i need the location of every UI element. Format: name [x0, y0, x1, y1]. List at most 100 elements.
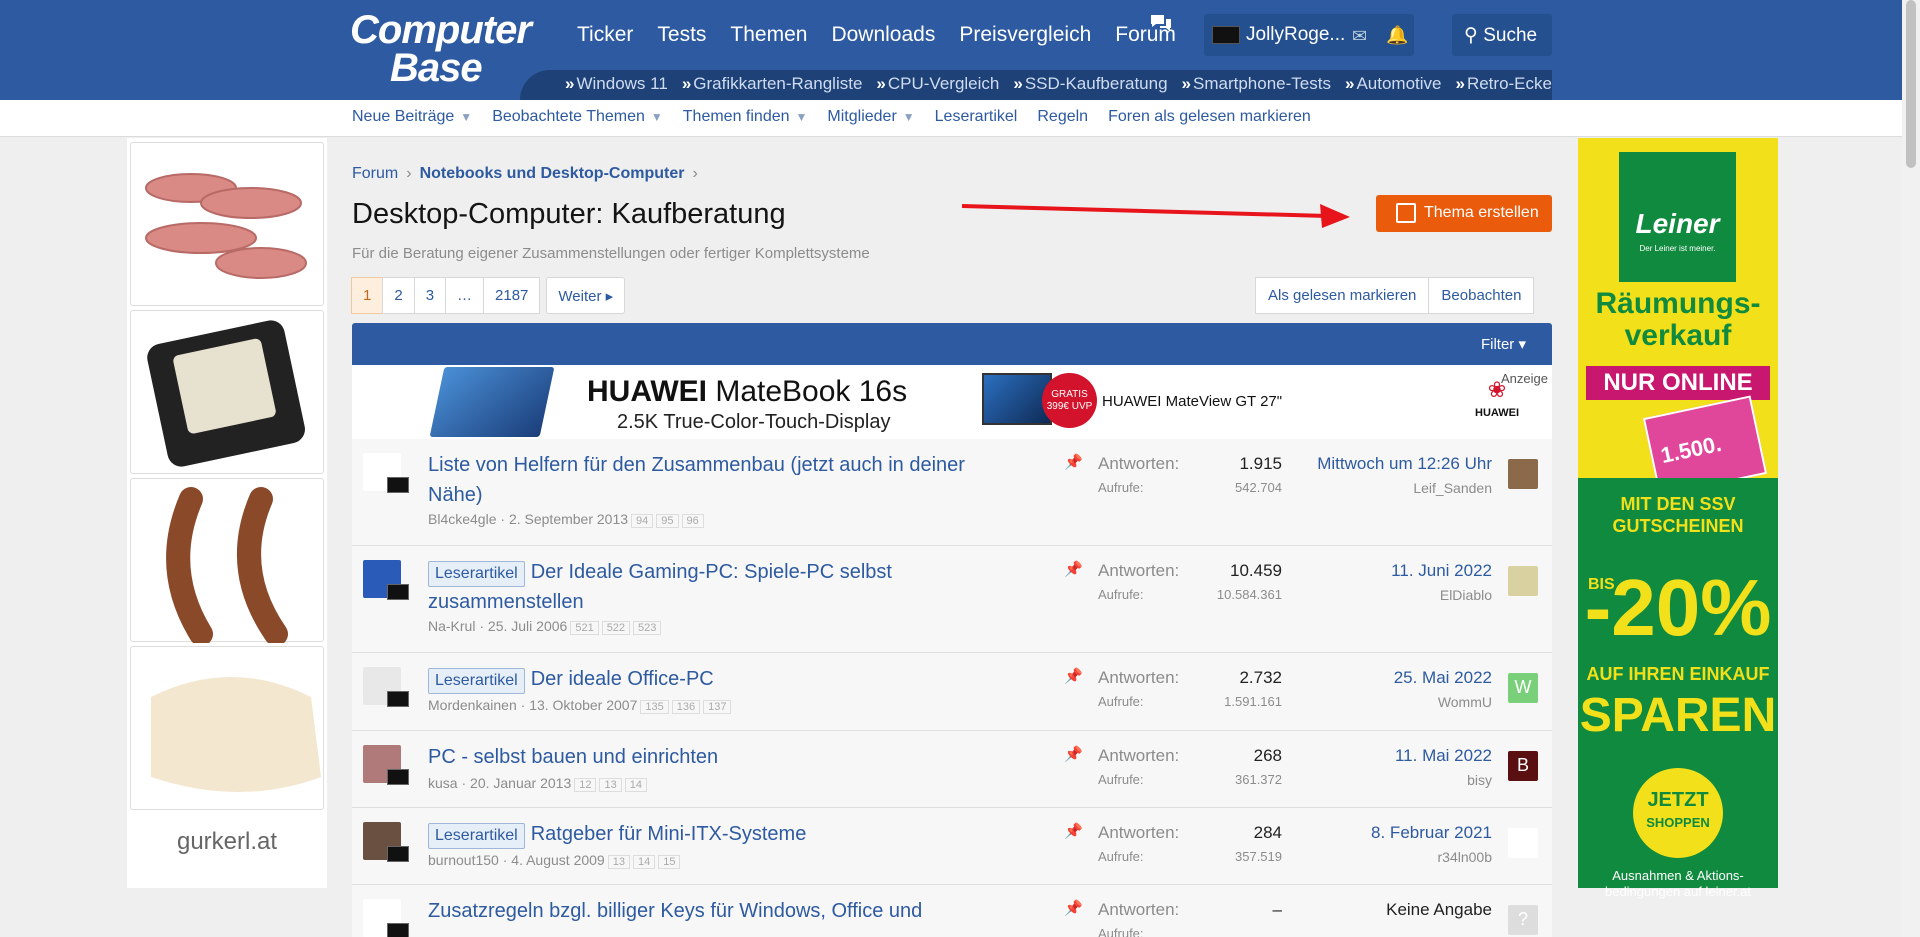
- subnav-new-posts[interactable]: Neue Beiträge ▼: [352, 108, 472, 126]
- thread-row[interactable]: Zusatzregeln bzgl. billiger Keys für Win…: [352, 885, 1552, 937]
- page-3-button[interactable]: 3: [413, 277, 447, 314]
- thread-prefix-label[interactable]: Leserartikel: [428, 561, 525, 587]
- thread-title-text[interactable]: Liste von Helfern für den Zusammenbau (j…: [428, 454, 965, 506]
- thread-title-text[interactable]: Zusatzregeln bzgl. billiger Keys für Win…: [428, 900, 922, 922]
- breadcrumb-forum[interactable]: Forum: [352, 165, 398, 182]
- subnav-find-threads[interactable]: Themen finden ▼: [683, 108, 808, 126]
- thread-page-link[interactable]: 12: [574, 778, 597, 792]
- last-post-user[interactable]: Leif_Sanden: [1413, 480, 1492, 496]
- thread-row[interactable]: Leserartikel Der ideale Office-PC Mordenka…: [352, 653, 1552, 731]
- thread-author[interactable]: Bl4cke4gle: [428, 511, 497, 527]
- thread-date[interactable]: 2. September 2013: [509, 511, 628, 527]
- thread-author[interactable]: burnout150: [428, 852, 499, 868]
- thread-title-text[interactable]: Der ideale Office-PC: [531, 668, 714, 690]
- page-last-button[interactable]: 2187: [483, 277, 541, 314]
- mark-read-button[interactable]: Als gelesen markieren: [1255, 277, 1430, 314]
- page-ellipsis-button[interactable]: …: [445, 277, 485, 314]
- thread-page-link[interactable]: 14: [632, 855, 656, 869]
- ad-product-sausages[interactable]: [130, 142, 324, 306]
- page-1-button[interactable]: 1: [351, 277, 384, 314]
- thread-prefix-label[interactable]: Leserartikel: [428, 668, 525, 694]
- thread-date[interactable]: 13. Oktober 2007: [529, 697, 637, 713]
- thread-page-link[interactable]: 15: [658, 855, 681, 869]
- leiner-logo[interactable]: Leiner Der Leiner ist meiner.: [1619, 152, 1736, 282]
- last-post-date[interactable]: 25. Mai 2022: [1394, 668, 1492, 688]
- thread-author[interactable]: kusa: [428, 775, 458, 791]
- filter-dropdown[interactable]: Filter ▾: [1481, 335, 1526, 353]
- ad-shop-now-button[interactable]: JETZT SHOPPEN: [1633, 768, 1723, 858]
- quick-link-windows11[interactable]: » Windows 11: [565, 74, 668, 94]
- thread-author[interactable]: Na-Krul: [428, 618, 475, 634]
- ad-brand-text[interactable]: gurkerl.at: [127, 828, 327, 856]
- thread-page-link[interactable]: 135: [640, 700, 669, 714]
- last-post-user[interactable]: ElDiablo: [1440, 587, 1492, 603]
- subnav-rules[interactable]: Regeln: [1037, 108, 1088, 126]
- chat-icon[interactable]: [1150, 14, 1172, 37]
- watch-button[interactable]: Beobachten: [1428, 277, 1535, 314]
- quick-link-smartphone[interactable]: » Smartphone-Tests: [1182, 74, 1331, 94]
- page-2-button[interactable]: 2: [382, 277, 415, 314]
- scrollbar-thumb[interactable]: [1906, 0, 1916, 168]
- right-advertisement[interactable]: Leiner Der Leiner ist meiner. Räumungs-v…: [1578, 138, 1778, 899]
- site-logo[interactable]: Computer Base: [350, 8, 540, 94]
- thread-date[interactable]: 20. Januar 2013: [470, 775, 571, 791]
- thread-title[interactable]: Leserartikel Ratgeber für Mini-ITX-System…: [428, 819, 988, 849]
- user-menu[interactable]: JollyRoge... ✉ 🔔: [1204, 14, 1414, 56]
- create-thread-button[interactable]: Thema erstellen: [1376, 195, 1552, 232]
- thread-page-link[interactable]: 13: [599, 778, 622, 792]
- thread-page-link[interactable]: 13: [607, 855, 630, 869]
- search-button[interactable]: ⚲ Suche: [1452, 14, 1552, 56]
- subnav-members[interactable]: Mitglieder ▼: [827, 108, 914, 126]
- nav-ticker[interactable]: Ticker: [565, 20, 645, 50]
- subnav-reader-articles[interactable]: Leserartikel: [935, 108, 1018, 126]
- thread-title[interactable]: PC - selbst bauen und einrichten: [428, 742, 988, 772]
- quick-link-automotive[interactable]: » Automotive: [1345, 74, 1442, 94]
- last-poster-avatar[interactable]: ?: [1508, 905, 1538, 935]
- thread-author[interactable]: Mordenkainen: [428, 697, 517, 713]
- last-poster-avatar[interactable]: [1508, 828, 1538, 858]
- thread-page-link[interactable]: 137: [703, 700, 732, 714]
- thread-row[interactable]: Leserartikel Der Ideale Gaming-PC: Spiele…: [352, 546, 1552, 653]
- last-post-date[interactable]: 8. Februar 2021: [1371, 823, 1492, 843]
- huawei-banner-ad[interactable]: HUAWEI MateBook 16s 2.5K True-Color-Touc…: [352, 365, 1552, 439]
- thread-page-link[interactable]: 94: [631, 514, 654, 528]
- quick-link-retro[interactable]: » Retro-Ecke: [1455, 74, 1552, 94]
- nav-preisvergleich[interactable]: Preisvergleich: [947, 20, 1103, 50]
- thread-page-link[interactable]: 522: [601, 621, 631, 635]
- next-page-button[interactable]: Weiter ▸: [546, 277, 626, 314]
- thread-prefix-label[interactable]: Leserartikel: [428, 823, 525, 849]
- nav-downloads[interactable]: Downloads: [819, 20, 947, 50]
- quick-link-ssd[interactable]: » SSD-Kaufberatung: [1013, 74, 1167, 94]
- nav-tests[interactable]: Tests: [645, 20, 718, 50]
- thread-title[interactable]: Zusatzregeln bzgl. billiger Keys für Win…: [428, 896, 988, 926]
- last-poster-avatar[interactable]: B: [1508, 751, 1538, 781]
- thread-page-link[interactable]: 521: [570, 621, 599, 635]
- nav-themen[interactable]: Themen: [718, 20, 819, 50]
- thread-page-link[interactable]: 523: [633, 621, 662, 635]
- thread-row[interactable]: Liste von Helfern für den Zusammenbau (j…: [352, 439, 1552, 546]
- scrollbar[interactable]: [1902, 0, 1920, 937]
- thread-title[interactable]: Liste von Helfern für den Zusammenbau (j…: [428, 450, 988, 510]
- bell-icon[interactable]: 🔔: [1386, 25, 1408, 46]
- ad-product-fish[interactable]: [130, 646, 324, 810]
- quick-link-cpu-compare[interactable]: » CPU-Vergleich: [876, 74, 999, 94]
- last-post-date[interactable]: 11. Mai 2022: [1395, 746, 1492, 766]
- subnav-mark-forums-read[interactable]: Foren als gelesen markieren: [1108, 108, 1311, 126]
- thread-row[interactable]: PC - selbst bauen und einrichten kusa · 2…: [352, 731, 1552, 808]
- last-post-date[interactable]: Keine Angabe: [1386, 900, 1492, 920]
- mail-icon[interactable]: ✉: [1352, 26, 1367, 47]
- thread-page-link[interactable]: 14: [624, 778, 647, 792]
- thread-date[interactable]: 25. Juli 2006: [488, 618, 567, 634]
- last-post-user[interactable]: bisy: [1467, 772, 1492, 788]
- nav-forum[interactable]: Forum: [1103, 20, 1188, 50]
- last-post-date[interactable]: Mittwoch um 12:26 Uhr: [1317, 454, 1492, 474]
- last-post-user[interactable]: r34ln00b: [1438, 849, 1493, 865]
- ad-product-sausage-pair[interactable]: [130, 478, 324, 646]
- thread-row[interactable]: Leserartikel Ratgeber für Mini-ITX-System…: [352, 808, 1552, 885]
- thread-date[interactable]: 4. August 2009: [511, 852, 604, 868]
- last-poster-avatar[interactable]: [1508, 566, 1538, 596]
- thread-page-link[interactable]: 96: [681, 514, 704, 528]
- last-poster-avatar[interactable]: [1508, 459, 1538, 489]
- left-advertisement[interactable]: ▷ ✕ gurkerl.at: [127, 138, 327, 888]
- ad-product-package[interactable]: [130, 310, 324, 474]
